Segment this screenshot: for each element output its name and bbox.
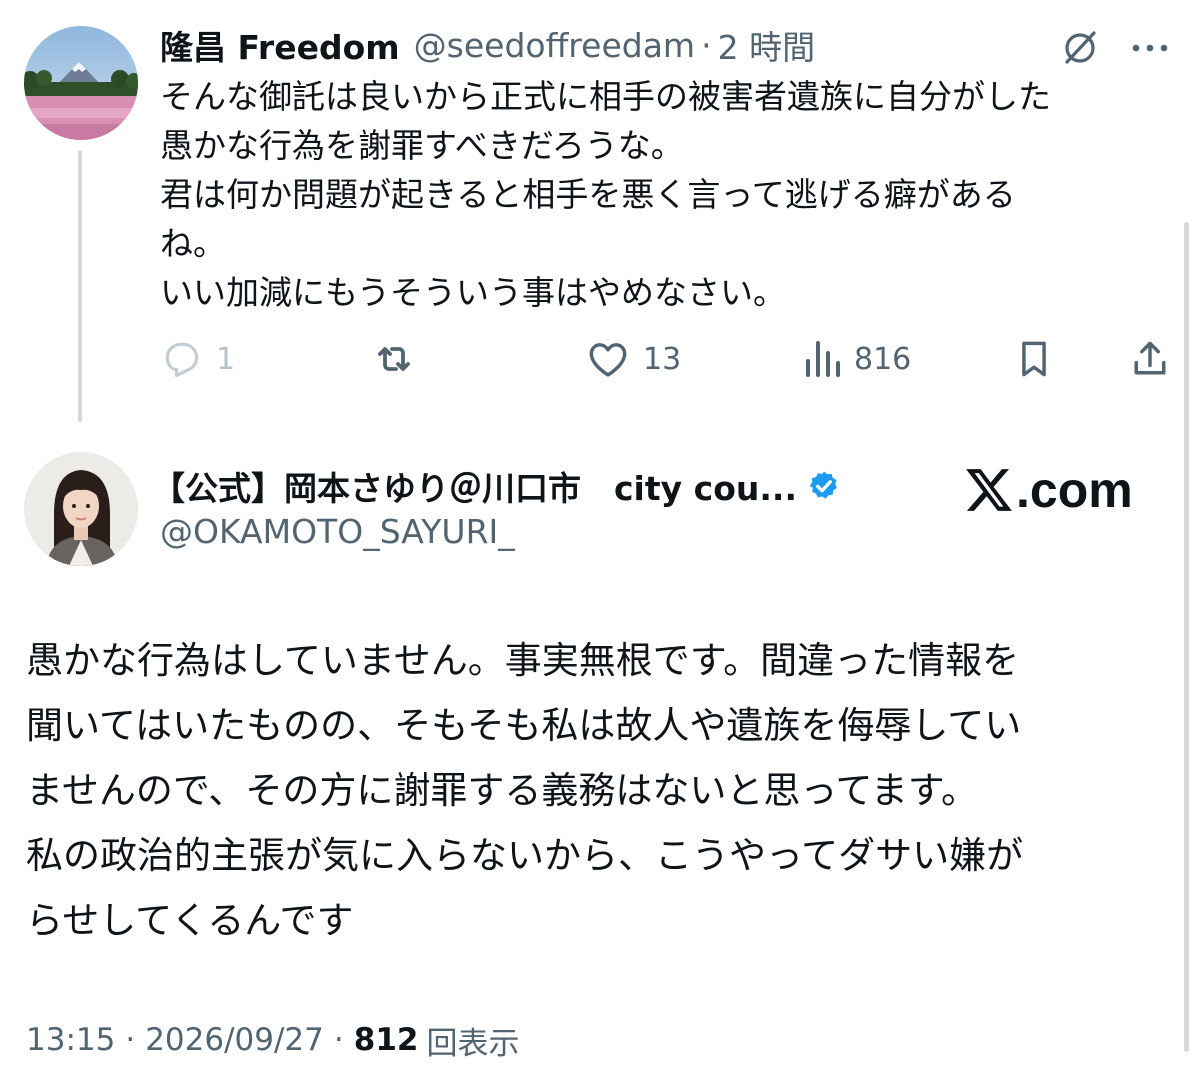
reply-line: いい加減にもうそういう事はやめなさい。 — [160, 273, 787, 312]
meta-separator-dot: · — [333, 1022, 344, 1058]
like-icon — [589, 343, 627, 377]
x-com-watermark: .com — [964, 462, 1133, 518]
x-com-watermark-text: .com — [1016, 462, 1133, 518]
bookmark-button[interactable] — [1012, 334, 1056, 384]
verified-badge-icon — [807, 469, 841, 503]
reply-icon — [165, 342, 199, 378]
reply-author-avatar[interactable] — [24, 26, 138, 140]
like-count: 13 — [643, 341, 682, 377]
reply-separator-dot: · — [701, 25, 712, 65]
meta-separator-dot: · — [125, 1022, 136, 1058]
reply-line: ね。 — [160, 224, 226, 263]
reply-body: そんな御託は良いから正式に相手の被害者遺族に自分がした 愚かな行為を謝罪すべきだ… — [160, 72, 1160, 317]
main-author-name[interactable]: 【公式】岡本さゆり＠川口市 city cou... — [152, 462, 797, 510]
retweet-icon — [378, 347, 410, 371]
scrollbar[interactable] — [1184, 222, 1189, 1052]
post-view-label: 回表示 — [426, 1025, 520, 1062]
reply-action-bar: 1 13 816 — [160, 334, 1170, 384]
main-post-body: 愚かな行為はしていません。事実無根です。間違った情報を 聞いてはいたものの、そも… — [26, 628, 1176, 953]
reply-line: 愚かな行為を謝罪すべきだろうな。 — [160, 126, 684, 165]
grok-icon[interactable] — [1058, 26, 1102, 70]
x-logo-icon — [966, 469, 1012, 511]
more-icon[interactable] — [1128, 40, 1172, 56]
main-post-line: 愚かな行為はしていません。事実無根です。間違った情報を — [26, 639, 1020, 682]
reply-button[interactable]: 1 — [160, 334, 235, 384]
reply-timestamp[interactable]: 2 時間 — [718, 21, 816, 69]
reply-count: 1 — [216, 341, 236, 377]
share-button[interactable] — [1128, 334, 1172, 384]
views-button[interactable]: 816 — [802, 334, 911, 384]
reply-author-name[interactable]: 隆昌 Freedom — [160, 21, 400, 69]
retweet-button[interactable] — [370, 334, 418, 384]
main-author-avatar[interactable] — [24, 452, 138, 566]
like-button[interactable]: 13 — [585, 334, 681, 384]
bookmark-icon — [1022, 341, 1046, 377]
post-view-count: 812 — [353, 1022, 419, 1058]
main-post-line: 私の政治的主張が気に入らないから、こうやってダサい嫌が — [26, 834, 1024, 877]
views-count: 816 — [854, 341, 912, 377]
main-post-line: らせしてくるんです — [26, 899, 354, 942]
main-post-line: 聞いてはいたものの、そもそも私は故人や遺族を侮辱してい — [26, 704, 1022, 747]
reply-header: 隆昌 Freedom @seedoffreedam · 2 時間 — [160, 22, 815, 68]
main-author-name-row: 【公式】岡本さゆり＠川口市 city cou... — [152, 462, 841, 510]
thread-connector-line — [78, 150, 82, 422]
post-meta: 13:15 · 2026/09/27 · 812 回表示 — [26, 1018, 519, 1062]
views-icon — [806, 341, 840, 377]
post-time[interactable]: 13:15 — [26, 1022, 115, 1058]
reply-line: そんな御託は良いから正式に相手の被害者遺族に自分がした — [160, 77, 1051, 116]
share-icon — [1134, 341, 1166, 375]
reply-author-handle[interactable]: @seedoffreedam — [414, 26, 695, 65]
reply-line: 君は何か問題が起きると相手を悪く言って逃げる癖がある — [160, 175, 1016, 214]
main-author-handle[interactable]: @OKAMOTO_SAYURI_ — [160, 512, 515, 551]
post-date[interactable]: 2026/09/27 — [145, 1022, 324, 1058]
main-post-line: ませんので、その方に謝罪する義務はないと思ってます。 — [26, 769, 979, 812]
